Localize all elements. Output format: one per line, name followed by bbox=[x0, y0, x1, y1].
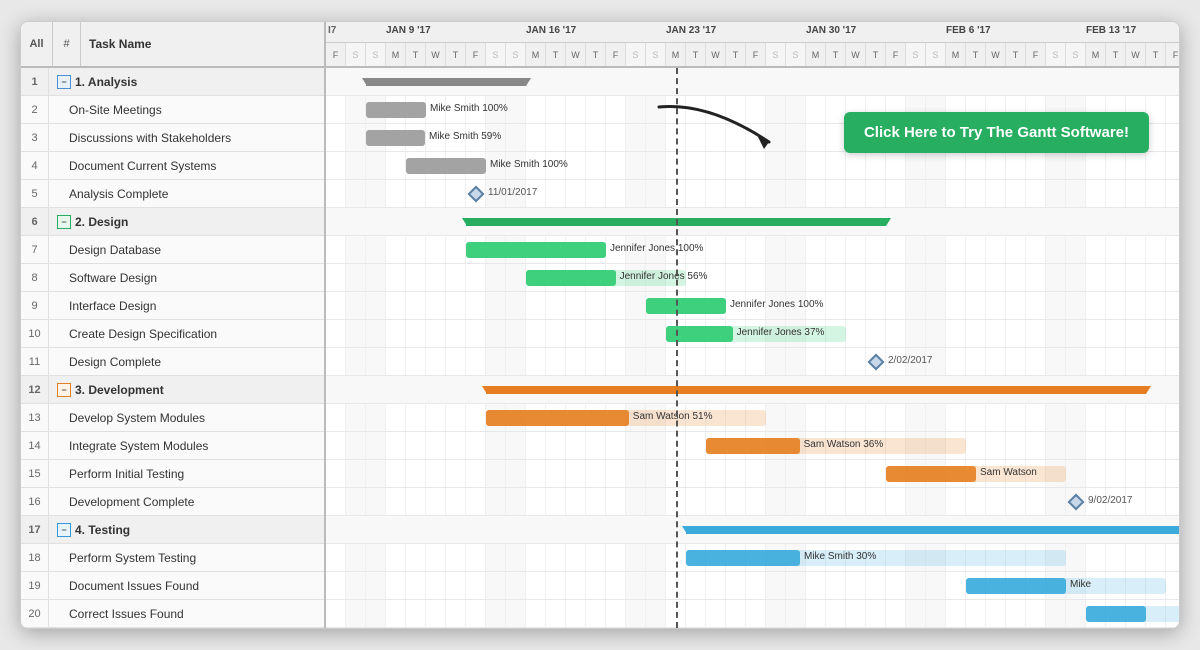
task-num: 7 bbox=[21, 236, 49, 263]
cta-button[interactable]: Click Here to Try The Gantt Software! bbox=[844, 112, 1149, 153]
expand-icon[interactable]: − bbox=[57, 215, 71, 229]
task-num: 19 bbox=[21, 572, 49, 599]
chart-header: I7JAN 9 '17JAN 16 '17JAN 23 '17JAN 30 '1… bbox=[326, 22, 1179, 68]
task-name: Design Complete bbox=[49, 355, 324, 369]
task-num: 8 bbox=[21, 264, 49, 291]
task-row: 4 Document Current Systems bbox=[21, 152, 324, 180]
task-row: 6 − 2. Design bbox=[21, 208, 324, 236]
task-num: 5 bbox=[21, 180, 49, 207]
task-name: Analysis Complete bbox=[49, 187, 324, 201]
col-num-header: # bbox=[53, 22, 81, 66]
task-num: 18 bbox=[21, 544, 49, 571]
task-row: 10 Create Design Specification bbox=[21, 320, 324, 348]
task-row: 11 Design Complete bbox=[21, 348, 324, 376]
task-name: Design Database bbox=[49, 243, 324, 257]
task-row: 3 Discussions with Stakeholders bbox=[21, 124, 324, 152]
task-name: Development Complete bbox=[49, 495, 324, 509]
task-row: 5 Analysis Complete bbox=[21, 180, 324, 208]
task-list-header: All # Task Name bbox=[21, 22, 324, 68]
task-name: On-Site Meetings bbox=[49, 103, 324, 117]
task-row: 18 Perform System Testing bbox=[21, 544, 324, 572]
col-task-name-header: Task Name bbox=[81, 37, 324, 51]
task-row: 8 Software Design bbox=[21, 264, 324, 292]
task-num: 9 bbox=[21, 292, 49, 319]
task-row: 13 Develop System Modules bbox=[21, 404, 324, 432]
task-num: 2 bbox=[21, 96, 49, 123]
task-name: Perform System Testing bbox=[49, 551, 324, 565]
task-num: 1 bbox=[21, 68, 49, 95]
task-num: 14 bbox=[21, 432, 49, 459]
task-num: 4 bbox=[21, 152, 49, 179]
task-row: 16 Development Complete bbox=[21, 488, 324, 516]
task-name: Document Issues Found bbox=[49, 579, 324, 593]
task-row: 15 Perform Initial Testing bbox=[21, 460, 324, 488]
task-num: 12 bbox=[21, 376, 49, 403]
expand-icon[interactable]: − bbox=[57, 383, 71, 397]
task-num: 17 bbox=[21, 516, 49, 543]
task-row: 17 − 4. Testing bbox=[21, 516, 324, 544]
task-num: 20 bbox=[21, 600, 49, 627]
task-row: 20 Correct Issues Found bbox=[21, 600, 324, 628]
task-row: 12 − 3. Development bbox=[21, 376, 324, 404]
gantt-wrapper: All # Task Name 1 − 1. Analysis 2 On-Sit… bbox=[20, 21, 1180, 629]
task-name: − 4. Testing bbox=[49, 523, 324, 537]
task-name: Discussions with Stakeholders bbox=[49, 131, 324, 145]
task-row: 2 On-Site Meetings bbox=[21, 96, 324, 124]
task-name: Develop System Modules bbox=[49, 411, 324, 425]
task-num: 11 bbox=[21, 348, 49, 375]
task-num: 10 bbox=[21, 320, 49, 347]
task-row: 7 Design Database bbox=[21, 236, 324, 264]
task-num: 3 bbox=[21, 124, 49, 151]
expand-icon[interactable]: − bbox=[57, 523, 71, 537]
task-name: Perform Initial Testing bbox=[49, 467, 324, 481]
task-name: Create Design Specification bbox=[49, 327, 324, 341]
task-name: Software Design bbox=[49, 271, 324, 285]
task-row: 19 Document Issues Found bbox=[21, 572, 324, 600]
task-name: − 1. Analysis bbox=[49, 75, 324, 89]
task-row: 14 Integrate System Modules bbox=[21, 432, 324, 460]
col-all-header: All bbox=[21, 22, 53, 66]
task-name: Integrate System Modules bbox=[49, 439, 324, 453]
task-name: − 3. Development bbox=[49, 383, 324, 397]
task-name: Document Current Systems bbox=[49, 159, 324, 173]
task-num: 16 bbox=[21, 488, 49, 515]
task-num: 13 bbox=[21, 404, 49, 431]
task-num: 6 bbox=[21, 208, 49, 235]
expand-icon[interactable]: − bbox=[57, 75, 71, 89]
task-list: All # Task Name 1 − 1. Analysis 2 On-Sit… bbox=[21, 22, 326, 628]
task-num: 15 bbox=[21, 460, 49, 487]
task-row: 1 − 1. Analysis bbox=[21, 68, 324, 96]
task-name: Interface Design bbox=[49, 299, 324, 313]
task-row: 9 Interface Design bbox=[21, 292, 324, 320]
task-name: Correct Issues Found bbox=[49, 607, 324, 621]
task-name: − 2. Design bbox=[49, 215, 324, 229]
